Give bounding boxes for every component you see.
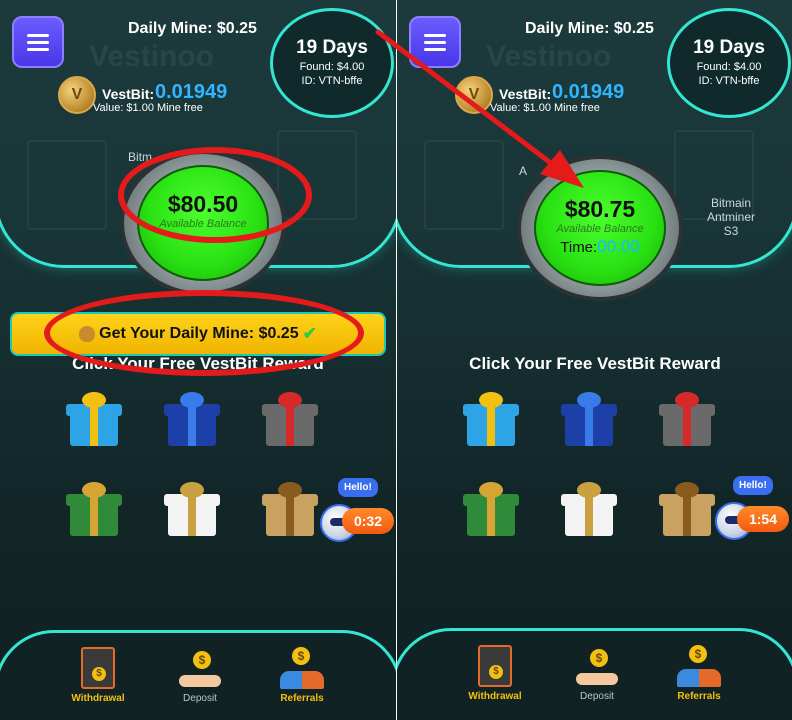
nav-referrals[interactable]: Referrals (654, 645, 744, 702)
balance-amount: $80.75 (564, 196, 636, 222)
mine-timer: Time:00:00 (536, 237, 664, 257)
days-badge: 19 Days Found: $4.00 ID: VTN-bffe (270, 8, 394, 118)
balance-label: Available Balance (556, 223, 644, 235)
deposit-icon (574, 645, 620, 687)
gift-box-icon[interactable] (262, 482, 318, 536)
highlight-ellipse-balance (118, 147, 312, 243)
nav-deposit[interactable]: Deposit (155, 647, 245, 704)
nav-withdrawal[interactable]: Withdrawal (450, 645, 540, 702)
vestbit-value-line: Value: $1.00 Mine free (93, 102, 203, 114)
gift-box-icon[interactable] (66, 392, 122, 446)
hello-bubble: Hello! (733, 476, 773, 495)
referrals-icon (673, 645, 725, 687)
bottom-nav: Withdrawal Deposit Referrals (0, 630, 396, 720)
chat-bot-button[interactable]: Hello! 1:54 (715, 476, 791, 546)
background-miner-image (27, 140, 107, 230)
balance-display: $80.75 Available Balance Time:00:00 (534, 170, 666, 286)
bot-timer: 0:32 (342, 508, 394, 534)
vestbit-coin-icon: V (455, 76, 493, 114)
gift-box-icon[interactable] (659, 482, 715, 536)
user-id: ID: VTN-bffe (698, 75, 760, 87)
vestbit-label: VestBit: (102, 86, 155, 102)
gift-box-icon[interactable] (561, 392, 617, 446)
bottom-nav: Withdrawal Deposit Referrals (397, 628, 792, 720)
withdrawal-icon (81, 647, 115, 689)
gift-box-icon[interactable] (561, 482, 617, 536)
deposit-icon (177, 647, 223, 689)
nav-label: Deposit (183, 693, 217, 704)
days-count: 19 Days (693, 37, 765, 58)
found-amount: Found: $4.00 (696, 61, 762, 73)
hamburger-menu-icon (27, 33, 49, 37)
nav-withdrawal[interactable]: Withdrawal (53, 647, 143, 704)
days-count: 19 Days (296, 37, 368, 58)
reward-title: Click Your Free VestBit Reward (469, 354, 721, 373)
gift-box-icon[interactable] (164, 392, 220, 446)
nav-label: Deposit (580, 691, 614, 702)
menu-button[interactable] (409, 16, 461, 68)
gift-box-icon[interactable] (164, 482, 220, 536)
background-brand-text: Vestinoo (486, 40, 612, 73)
nav-referrals[interactable]: Referrals (257, 647, 347, 704)
right-phone-screen: Vestinoo Daily Mine: $0.25 19 Days Found… (397, 0, 792, 720)
nav-label: Withdrawal (71, 693, 125, 704)
gift-box-icon[interactable] (659, 392, 715, 446)
vestbit-coin-icon: V (58, 76, 96, 114)
bot-timer: 1:54 (737, 506, 789, 532)
days-badge: 19 Days Found: $4.00 ID: VTN-bffe (667, 8, 791, 118)
miner-label-left: A (519, 164, 528, 178)
referrals-icon (276, 647, 328, 689)
nav-deposit[interactable]: Deposit (552, 645, 642, 702)
miner-label-right: Bitmain Antminer S3 (707, 196, 756, 238)
background-brand-text: Vestinoo (89, 40, 215, 73)
hello-bubble: Hello! (338, 478, 378, 497)
gift-box-icon[interactable] (463, 482, 519, 536)
daily-mine-text: Daily Mine: $0.25 (525, 20, 654, 37)
time-value: 00:00 (597, 237, 640, 256)
found-amount: Found: $4.00 (299, 61, 365, 73)
nav-label: Withdrawal (468, 691, 522, 702)
chat-bot-button[interactable]: Hello! 0:32 (320, 478, 396, 548)
gift-box-icon[interactable] (463, 392, 519, 446)
user-id: ID: VTN-bffe (301, 75, 363, 87)
menu-button[interactable] (12, 16, 64, 68)
screenshot-comparison: Vestinoo Daily Mine: $0.25 19 Days Found… (0, 0, 792, 720)
vestbit-value-line: Value: $1.00 Mine free (490, 102, 600, 114)
left-phone-screen: Vestinoo Daily Mine: $0.25 19 Days Found… (0, 0, 396, 720)
vestbit-label: VestBit: (499, 86, 552, 102)
gift-box-icon[interactable] (262, 392, 318, 446)
highlight-ellipse-daily-button (44, 290, 364, 376)
hamburger-menu-icon (424, 33, 446, 37)
daily-mine-text: Daily Mine: $0.25 (128, 20, 257, 37)
withdrawal-icon (478, 645, 512, 687)
time-label: Time: (560, 239, 598, 256)
vestbit-value: 0.01949 (552, 81, 625, 103)
nav-label: Referrals (677, 691, 721, 702)
vestbit-value: 0.01949 (155, 81, 228, 103)
background-miner-image (424, 140, 504, 230)
nav-label: Referrals (280, 693, 324, 704)
balance-button[interactable]: $80.75 Available Balance Time:00:00 (517, 155, 683, 301)
gift-box-icon[interactable] (66, 482, 122, 536)
